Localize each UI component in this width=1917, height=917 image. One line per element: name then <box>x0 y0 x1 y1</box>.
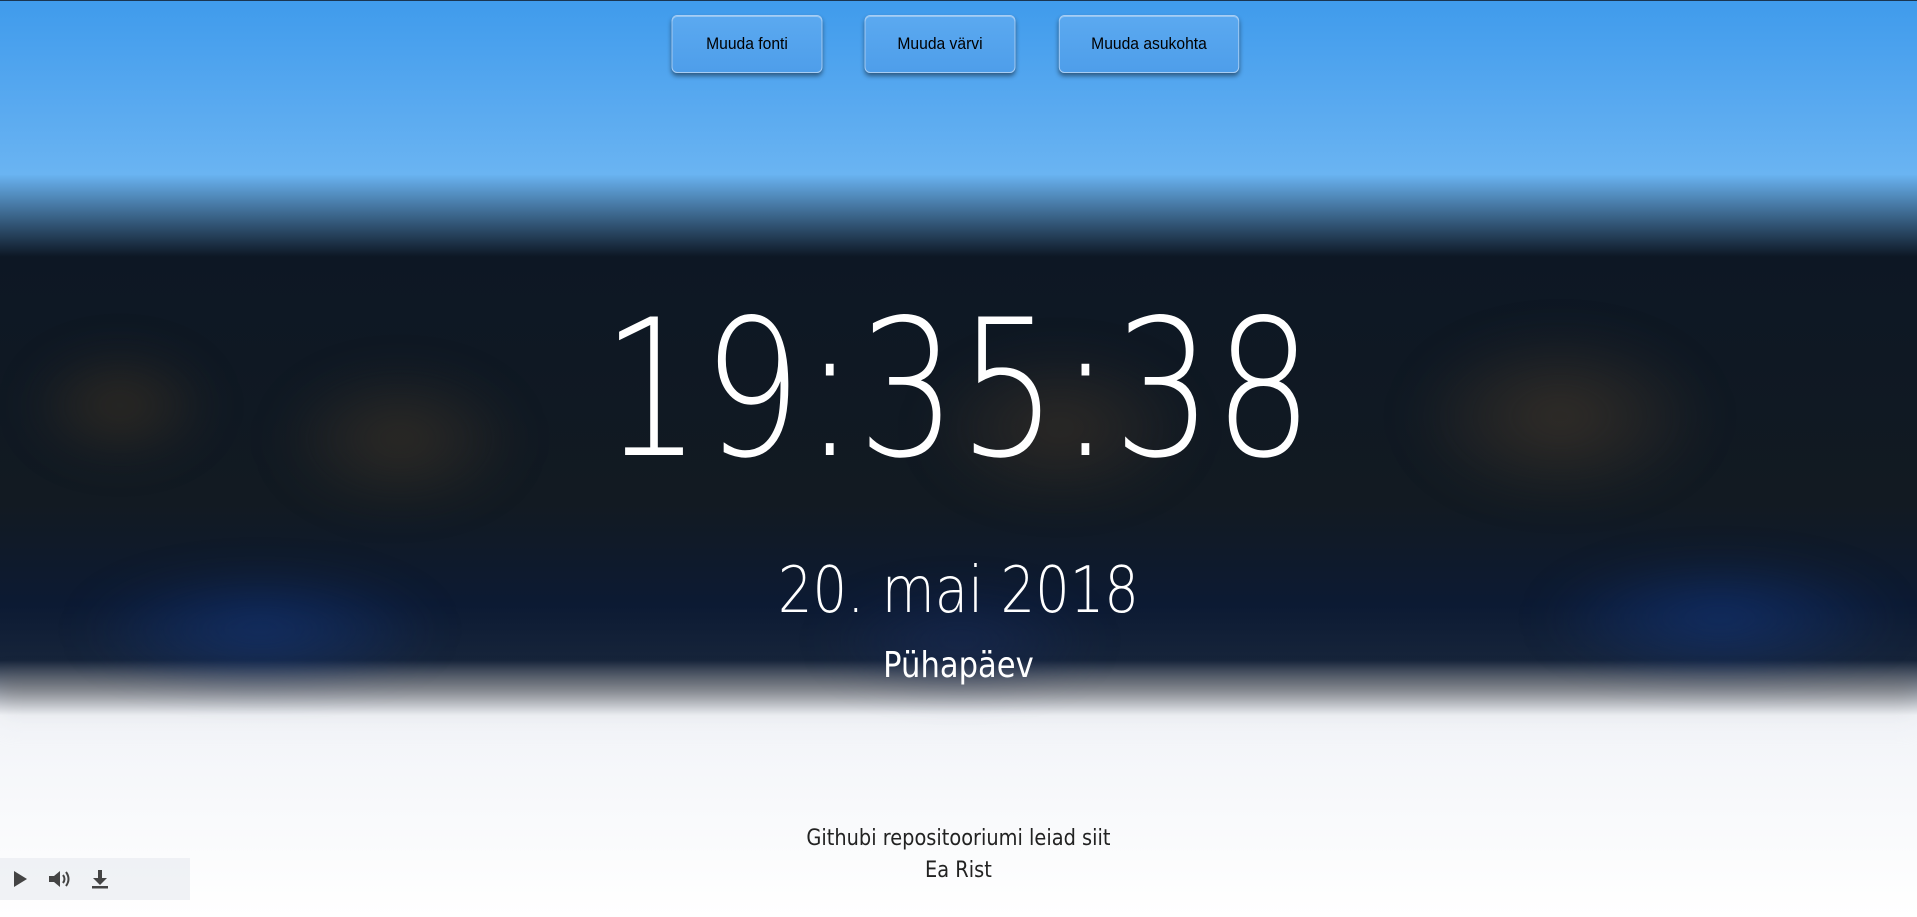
top-border <box>0 0 1917 1</box>
footer-repo-row: Githubi repositooriumi leiad siit <box>115 825 1802 853</box>
footer-author: Ea Rist <box>925 858 992 883</box>
download-button[interactable] <box>80 858 120 900</box>
download-icon <box>92 870 108 889</box>
clock-date: 20. mai 2018 <box>777 554 1139 628</box>
change-color-button[interactable]: Muuda värvi <box>864 15 1016 73</box>
volume-icon <box>49 871 70 887</box>
play-button[interactable] <box>0 858 40 900</box>
change-position-button[interactable]: Muuda asukohta <box>1058 15 1240 73</box>
audio-player <box>0 858 190 900</box>
github-repo-link[interactable]: Githubi repositooriumi leiad siit <box>806 826 1110 851</box>
play-icon <box>14 871 27 887</box>
volume-button[interactable] <box>40 858 80 900</box>
change-font-button[interactable]: Muuda fonti <box>671 15 823 73</box>
clock-weekday: Pühapäev <box>883 645 1034 686</box>
clock-time: 19:35:38 <box>601 279 1315 500</box>
